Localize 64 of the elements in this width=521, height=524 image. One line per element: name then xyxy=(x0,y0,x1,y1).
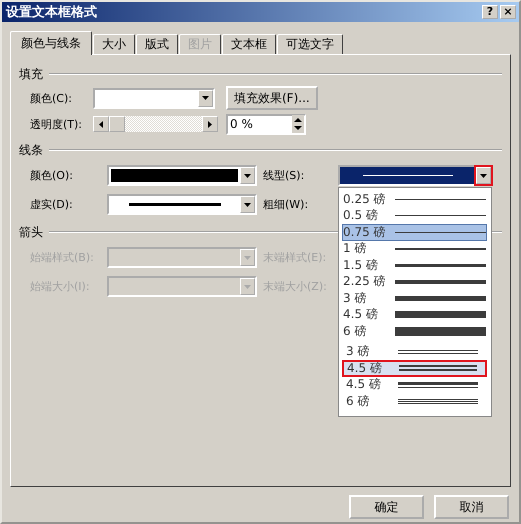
line-sample-icon xyxy=(395,280,486,284)
line-sample-icon xyxy=(398,350,478,354)
fill-effects-button[interactable]: 填充效果(F)... xyxy=(226,86,318,110)
caret-icon xyxy=(244,256,251,260)
field-label: 线型(S): xyxy=(262,168,306,183)
line-weight-option[interactable]: 0.75 磅 xyxy=(342,224,487,240)
field-label: 虚实(D): xyxy=(29,197,74,212)
line-sample-icon xyxy=(395,264,486,267)
field-label: 颜色(O): xyxy=(29,168,74,183)
line-sample-icon xyxy=(395,326,486,336)
tab[interactable]: 文本框 xyxy=(222,34,276,54)
transparency-slider[interactable] xyxy=(93,116,218,132)
line-weight-option[interactable]: 4.5 磅 xyxy=(342,376,487,393)
line-weight-option[interactable]: 6 磅 xyxy=(342,393,487,410)
line-sample-icon xyxy=(398,382,478,388)
tab[interactable]: 大小 xyxy=(93,34,135,54)
line-sample-icon xyxy=(398,398,478,404)
section-heading: 箭头 xyxy=(19,224,43,240)
line-weight-option[interactable]: 0.5 磅 xyxy=(342,208,487,224)
section-heading: 线条 xyxy=(19,142,43,158)
color-dropdown[interactable] xyxy=(93,88,215,108)
line-weight-option[interactable]: 2.25 磅 xyxy=(342,274,487,290)
line-sample-icon xyxy=(395,311,486,318)
field-label: 粗细(W): xyxy=(262,197,310,212)
line-weight-option[interactable]: 3 磅 xyxy=(342,290,487,306)
dialog-button[interactable]: 确定 xyxy=(349,495,424,519)
begin-size-dropdown[interactable] xyxy=(107,276,257,297)
line-style-dropdown[interactable] xyxy=(338,165,493,186)
field-label: 透明度(T): xyxy=(29,116,84,132)
line-weight-option[interactable]: 4.5 磅 xyxy=(342,306,487,323)
caret-icon xyxy=(244,202,251,206)
line-color-dropdown[interactable] xyxy=(107,165,257,186)
line-sample-icon xyxy=(395,232,486,233)
help-button[interactable]: ? xyxy=(482,5,498,19)
line-weight-option[interactable]: 4.5 磅 xyxy=(342,360,487,376)
line-sample-icon xyxy=(395,296,486,301)
window-title: 设置文本框格式 xyxy=(6,4,98,21)
left-arrow-icon xyxy=(99,120,103,128)
tab[interactable]: 可选文字 xyxy=(277,34,343,54)
line-sample-icon xyxy=(399,365,477,372)
begin-style-dropdown[interactable] xyxy=(107,247,257,268)
line-weight-option[interactable]: 6 磅 xyxy=(342,323,487,340)
transparency-spinbox[interactable]: 0 % xyxy=(226,114,306,134)
line-weight-option[interactable]: 3 磅 xyxy=(342,344,487,360)
section-heading: 填充 xyxy=(19,66,43,82)
spin-arrows-icon[interactable] xyxy=(292,115,304,133)
line-sample-icon xyxy=(395,198,486,200)
slider-thumb[interactable] xyxy=(109,116,125,132)
tab[interactable]: 颜色与线条 xyxy=(10,31,92,55)
line-weight-option[interactable]: 1 磅 xyxy=(342,240,487,257)
caret-icon xyxy=(480,174,487,178)
dash-dropdown[interactable] xyxy=(107,194,257,215)
line-sample-icon xyxy=(395,215,486,216)
caret-icon xyxy=(202,96,209,100)
close-button[interactable]: × xyxy=(500,5,516,19)
dialog-button[interactable]: 取消 xyxy=(434,495,509,519)
right-arrow-icon xyxy=(208,120,212,128)
caret-icon xyxy=(244,284,251,288)
line-weight-option[interactable]: 0.25 磅 xyxy=(342,191,487,208)
line-weight-option[interactable]: 1.5 磅 xyxy=(342,257,487,274)
line-sample-icon xyxy=(395,248,486,250)
caret-icon xyxy=(244,174,251,178)
tab[interactable]: 版式 xyxy=(136,34,178,54)
field-label: 颜色(C): xyxy=(29,90,73,106)
